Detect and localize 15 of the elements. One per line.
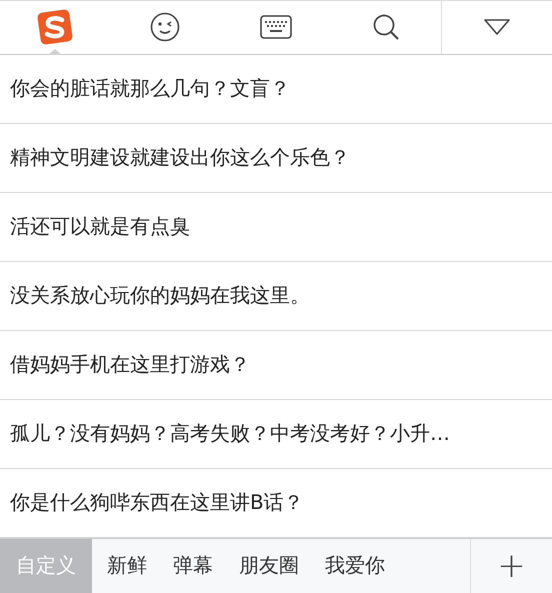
triangle-down-icon xyxy=(482,18,511,36)
wink-face-icon xyxy=(150,12,180,42)
phrase-item[interactable]: 没关系放心玩你的妈妈在我这里。 xyxy=(0,262,552,331)
selection-pointer xyxy=(48,48,62,55)
category-tab[interactable]: 新鲜 xyxy=(94,538,160,593)
category-tab[interactable]: 我爱你 xyxy=(312,538,398,593)
category-tab[interactable]: 朋友圈 xyxy=(226,538,312,593)
category-tab[interactable]: 弹幕 xyxy=(160,538,226,593)
phrase-item[interactable]: 你会的脏话就那么几句？文盲？ xyxy=(0,54,552,124)
keyboard-icon xyxy=(260,15,292,40)
phrase-item[interactable]: 孤儿？没有妈妈？高考失败？中考没考好？小升… xyxy=(0,400,552,469)
phrase-item[interactable]: 精神文明建设就建设出你这么个乐色？ xyxy=(0,124,552,193)
phrase-item[interactable]: 借妈妈手机在这里打游戏？ xyxy=(0,330,552,400)
search-icon xyxy=(372,13,400,42)
phrase-item[interactable]: 活还可以就是有点臭 xyxy=(0,192,552,262)
